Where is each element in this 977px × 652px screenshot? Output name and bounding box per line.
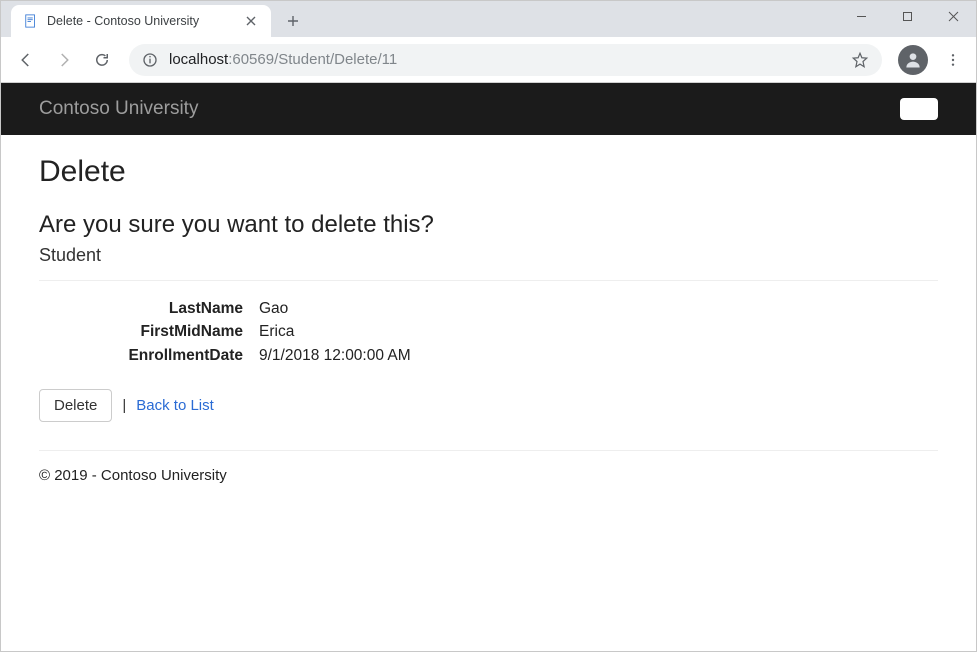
browser-chrome: Delete - Contoso University (1, 1, 976, 83)
browser-tab[interactable]: Delete - Contoso University (11, 5, 271, 37)
footer-text: © 2019 - Contoso University (39, 467, 938, 484)
detail-row: LastName Gao (99, 297, 938, 320)
field-value: 9/1/2018 12:00:00 AM (259, 344, 938, 367)
back-to-list-link[interactable]: Back to List (136, 397, 214, 414)
field-value: Gao (259, 297, 938, 320)
url-text: localhost:60569/Student/Delete/11 (169, 51, 850, 68)
navbar-toggle-button[interactable] (900, 98, 938, 120)
field-label: FirstMidName (99, 320, 259, 343)
entity-name: Student (39, 245, 938, 266)
back-button[interactable] (9, 43, 43, 77)
footer-divider (39, 450, 938, 451)
detail-row: FirstMidName Erica (99, 320, 938, 343)
new-tab-button[interactable] (279, 7, 307, 35)
bookmark-star-icon[interactable] (850, 50, 870, 70)
detail-list: LastName Gao FirstMidName Erica Enrollme… (99, 297, 938, 367)
action-row: Delete | Back to List (39, 389, 938, 422)
address-bar[interactable]: localhost:60569/Student/Delete/11 (129, 44, 882, 76)
title-bar: Delete - Contoso University (1, 1, 976, 37)
field-value: Erica (259, 320, 938, 343)
site-info-icon[interactable] (141, 51, 159, 69)
maximize-button[interactable] (884, 1, 930, 31)
divider (39, 280, 938, 281)
window-controls (838, 1, 976, 31)
confirm-question: Are you sure you want to delete this? (39, 211, 938, 239)
minimize-button[interactable] (838, 1, 884, 31)
field-label: EnrollmentDate (99, 344, 259, 367)
separator: | (122, 397, 126, 414)
tab-close-icon[interactable] (243, 13, 259, 29)
browser-menu-icon[interactable] (938, 45, 968, 75)
close-window-button[interactable] (930, 1, 976, 31)
browser-toolbar: localhost:60569/Student/Delete/11 (1, 37, 976, 83)
url-path: :60569/Student/Delete/11 (228, 51, 397, 68)
url-host: localhost (169, 51, 228, 68)
reload-button[interactable] (85, 43, 119, 77)
page-favicon-icon (23, 13, 39, 29)
tab-title: Delete - Contoso University (47, 14, 243, 28)
detail-row: EnrollmentDate 9/1/2018 12:00:00 AM (99, 344, 938, 367)
page-container: Delete Are you sure you want to delete t… (1, 135, 976, 504)
navbar-brand[interactable]: Contoso University (39, 98, 198, 120)
profile-avatar-icon[interactable] (898, 45, 928, 75)
forward-button[interactable] (47, 43, 81, 77)
delete-button[interactable]: Delete (39, 389, 112, 422)
field-label: LastName (99, 297, 259, 320)
page-title: Delete (39, 155, 938, 189)
site-navbar: Contoso University (1, 83, 976, 135)
